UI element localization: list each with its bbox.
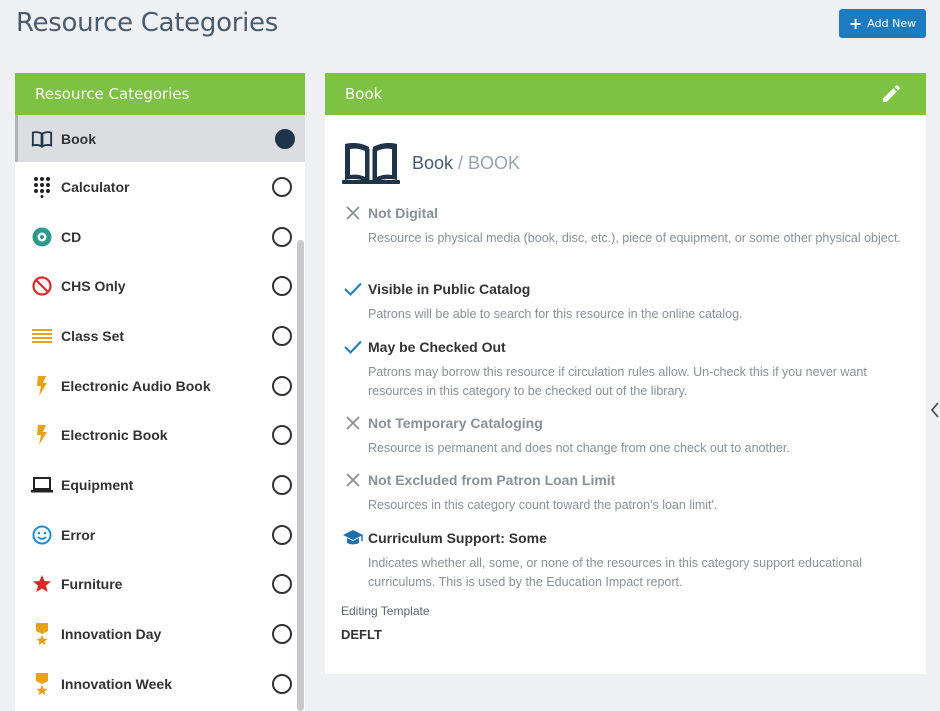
- calculator-icon: [31, 176, 53, 198]
- category-item-cd[interactable]: CD: [15, 212, 305, 262]
- property-title: Not Excluded from Patron Loan Limit: [368, 472, 616, 488]
- category-radio[interactable]: [275, 128, 295, 149]
- category-radio[interactable]: [272, 624, 292, 645]
- property-title: Not Temporary Cataloging: [368, 415, 543, 431]
- check-icon: [342, 336, 364, 358]
- category-list: Book Calculator CD CHS Only Class Set El…: [15, 115, 305, 709]
- category-label: Electronic Audio Book: [61, 377, 211, 394]
- category-list-scrollbar[interactable]: [297, 240, 304, 711]
- x-icon: [342, 469, 364, 491]
- category-label: Innovation Day: [61, 626, 162, 643]
- property-visible-in-public-catalog: Visible in Public Catalog Patrons will b…: [342, 278, 917, 324]
- bolt-icon: [31, 424, 53, 446]
- property-title: Visible in Public Catalog: [368, 281, 531, 297]
- property-not-temporary-cataloging: Not Temporary Cataloging Resource is per…: [342, 412, 917, 458]
- category-radio[interactable]: [272, 474, 292, 495]
- property-desc: Indicates whether all, some, or none of …: [368, 556, 863, 589]
- star-icon: [31, 573, 53, 595]
- category-label: Class Set: [61, 327, 125, 344]
- category-radio[interactable]: [272, 176, 292, 197]
- bolt-icon: [31, 375, 53, 397]
- category-item-innovation-day[interactable]: Innovation Day: [15, 609, 305, 659]
- smiley-icon: [31, 524, 53, 546]
- plus-icon: +: [848, 13, 863, 33]
- property-desc: Resources in this category count toward …: [368, 498, 718, 512]
- category-radio[interactable]: [272, 524, 292, 545]
- graduation-cap-icon: [342, 527, 364, 549]
- property-desc: Patrons may borrow this resource if circ…: [368, 365, 867, 398]
- property-title: Not Digital: [368, 205, 438, 221]
- laptop-icon: [31, 474, 53, 496]
- medal-icon: [31, 672, 53, 695]
- cd-icon: [31, 226, 53, 248]
- no-entry-icon: [31, 275, 53, 297]
- resource-separator: /: [453, 152, 469, 173]
- editing-template-label: Editing Template: [341, 604, 430, 618]
- category-item-calculator[interactable]: Calculator: [15, 162, 305, 212]
- category-item-book[interactable]: Book: [15, 115, 305, 162]
- pencil-icon[interactable]: [880, 83, 902, 105]
- category-radio[interactable]: [272, 574, 292, 595]
- chevron-left-icon[interactable]: [930, 402, 940, 418]
- resource-title: Book / BOOK: [412, 153, 520, 174]
- property-title: May be Checked Out: [368, 339, 506, 355]
- category-item-error[interactable]: Error: [15, 510, 305, 560]
- category-label: CD: [61, 228, 82, 245]
- property-desc: Resource is physical media (book, disc, …: [368, 231, 901, 245]
- add-new-label: Add New: [867, 17, 917, 30]
- property-title: Curriculum Support: Some: [368, 530, 547, 546]
- x-icon: [342, 412, 364, 434]
- book-icon: [342, 143, 400, 184]
- category-detail-panel: Book Book / BOOK Not Digital Resource is…: [325, 73, 926, 674]
- list-icon: [31, 325, 53, 347]
- category-radio[interactable]: [272, 325, 292, 346]
- category-item-furniture[interactable]: Furniture: [15, 560, 305, 610]
- x-icon: [342, 202, 364, 224]
- category-label: Innovation Week: [61, 675, 172, 692]
- category-radio[interactable]: [272, 375, 292, 396]
- category-label: CHS Only: [61, 278, 126, 295]
- resource-title-row: Book / BOOK: [342, 140, 520, 186]
- property-not-excluded-from-loan-limit: Not Excluded from Patron Loan Limit Reso…: [342, 469, 917, 515]
- category-label: Electronic Book: [61, 427, 168, 444]
- resource-code: BOOK: [468, 152, 521, 173]
- page-title: Resource Categories: [16, 8, 278, 38]
- detail-header-title: Book: [345, 85, 383, 103]
- category-list-panel: Resource Categories Book Calculator CD C…: [15, 73, 305, 711]
- category-label: Equipment: [61, 476, 134, 493]
- category-item-electronic-book[interactable]: Electronic Book: [15, 410, 305, 460]
- category-radio[interactable]: [272, 673, 292, 694]
- book-icon: [31, 128, 53, 150]
- check-icon: [342, 278, 364, 300]
- category-label: Calculator: [61, 178, 130, 195]
- category-item-chs-only[interactable]: CHS Only: [15, 261, 305, 311]
- category-item-electronic-audio-book[interactable]: Electronic Audio Book: [15, 361, 305, 411]
- category-radio[interactable]: [272, 226, 292, 247]
- category-radio[interactable]: [272, 276, 292, 297]
- medal-icon: [31, 623, 53, 646]
- category-label: Book: [61, 130, 96, 147]
- category-item-innovation-week[interactable]: Innovation Week: [15, 659, 305, 709]
- category-item-class-set[interactable]: Class Set: [15, 311, 305, 361]
- category-list-header: Resource Categories: [15, 73, 305, 115]
- resource-name: Book: [412, 152, 454, 173]
- property-not-digital: Not Digital Resource is physical media (…: [342, 202, 917, 248]
- category-label: Error: [61, 526, 96, 543]
- property-desc: Resource is permanent and does not chang…: [368, 441, 790, 455]
- property-desc: Patrons will be able to search for this …: [368, 307, 743, 321]
- category-label: Furniture: [61, 576, 123, 593]
- property-curriculum-support: Curriculum Support: Some Indicates wheth…: [342, 527, 917, 592]
- property-may-be-checked-out: May be Checked Out Patrons may borrow th…: [342, 336, 917, 401]
- category-item-equipment[interactable]: Equipment: [15, 460, 305, 510]
- editing-template-value: DEFLT: [341, 627, 382, 642]
- category-radio[interactable]: [272, 425, 292, 446]
- add-new-button[interactable]: + Add New: [839, 9, 926, 38]
- detail-header: Book: [325, 73, 926, 115]
